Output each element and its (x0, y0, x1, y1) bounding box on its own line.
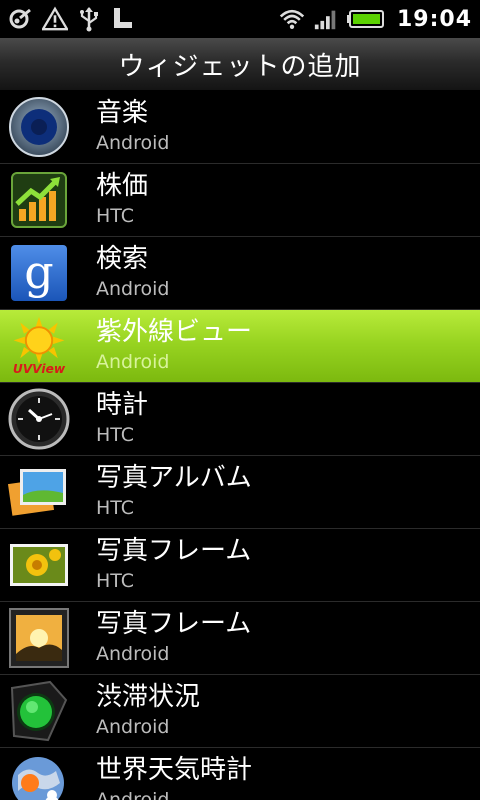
widget-name: 写真アルバム (96, 463, 252, 493)
widget-name: 紫外線ビュー (96, 317, 253, 347)
widget-item-clock[interactable]: 時計 HTC (0, 383, 480, 456)
widget-list: 音楽 Android 株価 HTC g 検索 Android UVView 紫外… (0, 91, 480, 800)
widget-vendor: Android (96, 789, 170, 800)
link-debug-icon (8, 6, 34, 32)
photo-frame-landscape-icon (8, 607, 70, 669)
battery-icon (346, 6, 385, 32)
status-right-icons: 19:04 (271, 6, 480, 32)
signal-icon (313, 6, 339, 32)
widget-item-uv-view[interactable]: UVView 紫外線ビュー Android (0, 310, 480, 383)
photo-album-icon (8, 461, 70, 523)
widget-vendor: HTC (96, 205, 135, 227)
widget-item-music[interactable]: 音楽 Android (0, 91, 480, 164)
widget-vendor: Android (96, 132, 170, 154)
widget-item-traffic[interactable]: 渋滞状況 Android (0, 675, 480, 748)
svg-text:g: g (24, 245, 53, 299)
page-title: ウィジェットの追加 (118, 51, 362, 82)
widget-item-photo-frame-htc[interactable]: 写真フレーム HTC (0, 529, 480, 602)
speaker-icon (8, 96, 70, 158)
header-bar: ウィジェットの追加 (0, 38, 480, 91)
widget-item-photo-frame-android[interactable]: 写真フレーム Android (0, 602, 480, 675)
widget-name: 写真フレーム (96, 536, 252, 566)
widget-vendor: Android (96, 351, 170, 373)
widget-name: 写真フレーム (96, 609, 252, 639)
traffic-light-icon (8, 680, 70, 742)
stocks-chart-icon (8, 169, 70, 231)
uv-sun-icon: UVView (8, 315, 70, 377)
clock-icon (8, 388, 70, 450)
wifi-icon (279, 6, 305, 32)
widget-vendor: Android (96, 716, 170, 738)
sd-card-icon (110, 6, 136, 32)
widget-item-stocks[interactable]: 株価 HTC (0, 164, 480, 237)
widget-item-world-weather-clock[interactable]: 世界天気時計 Android (0, 748, 480, 800)
uv-logo-label: UVView (13, 362, 66, 376)
widget-name: 検索 (96, 244, 149, 274)
widget-vendor: Android (96, 278, 170, 300)
widget-item-search[interactable]: g 検索 Android (0, 237, 480, 310)
warning-icon (42, 6, 68, 32)
widget-name: 世界天気時計 (96, 755, 253, 785)
usb-icon (76, 6, 102, 32)
widget-name: 音楽 (96, 98, 149, 128)
status-time: 19:04 (396, 6, 472, 32)
widget-vendor: HTC (96, 497, 135, 519)
photo-frame-flower-icon (8, 534, 70, 596)
widget-item-photo-album[interactable]: 写真アルバム HTC (0, 456, 480, 529)
widget-vendor: HTC (96, 570, 135, 592)
widget-name: 株価 (96, 171, 149, 201)
widget-vendor: HTC (96, 424, 135, 446)
widget-name: 時計 (96, 390, 149, 420)
widget-vendor: Android (96, 643, 170, 665)
google-search-icon: g (8, 242, 70, 304)
status-bar: 19:04 (0, 0, 480, 38)
widget-name: 渋滞状況 (96, 682, 201, 712)
world-weather-icon (8, 753, 70, 800)
status-left-icons (0, 6, 144, 32)
